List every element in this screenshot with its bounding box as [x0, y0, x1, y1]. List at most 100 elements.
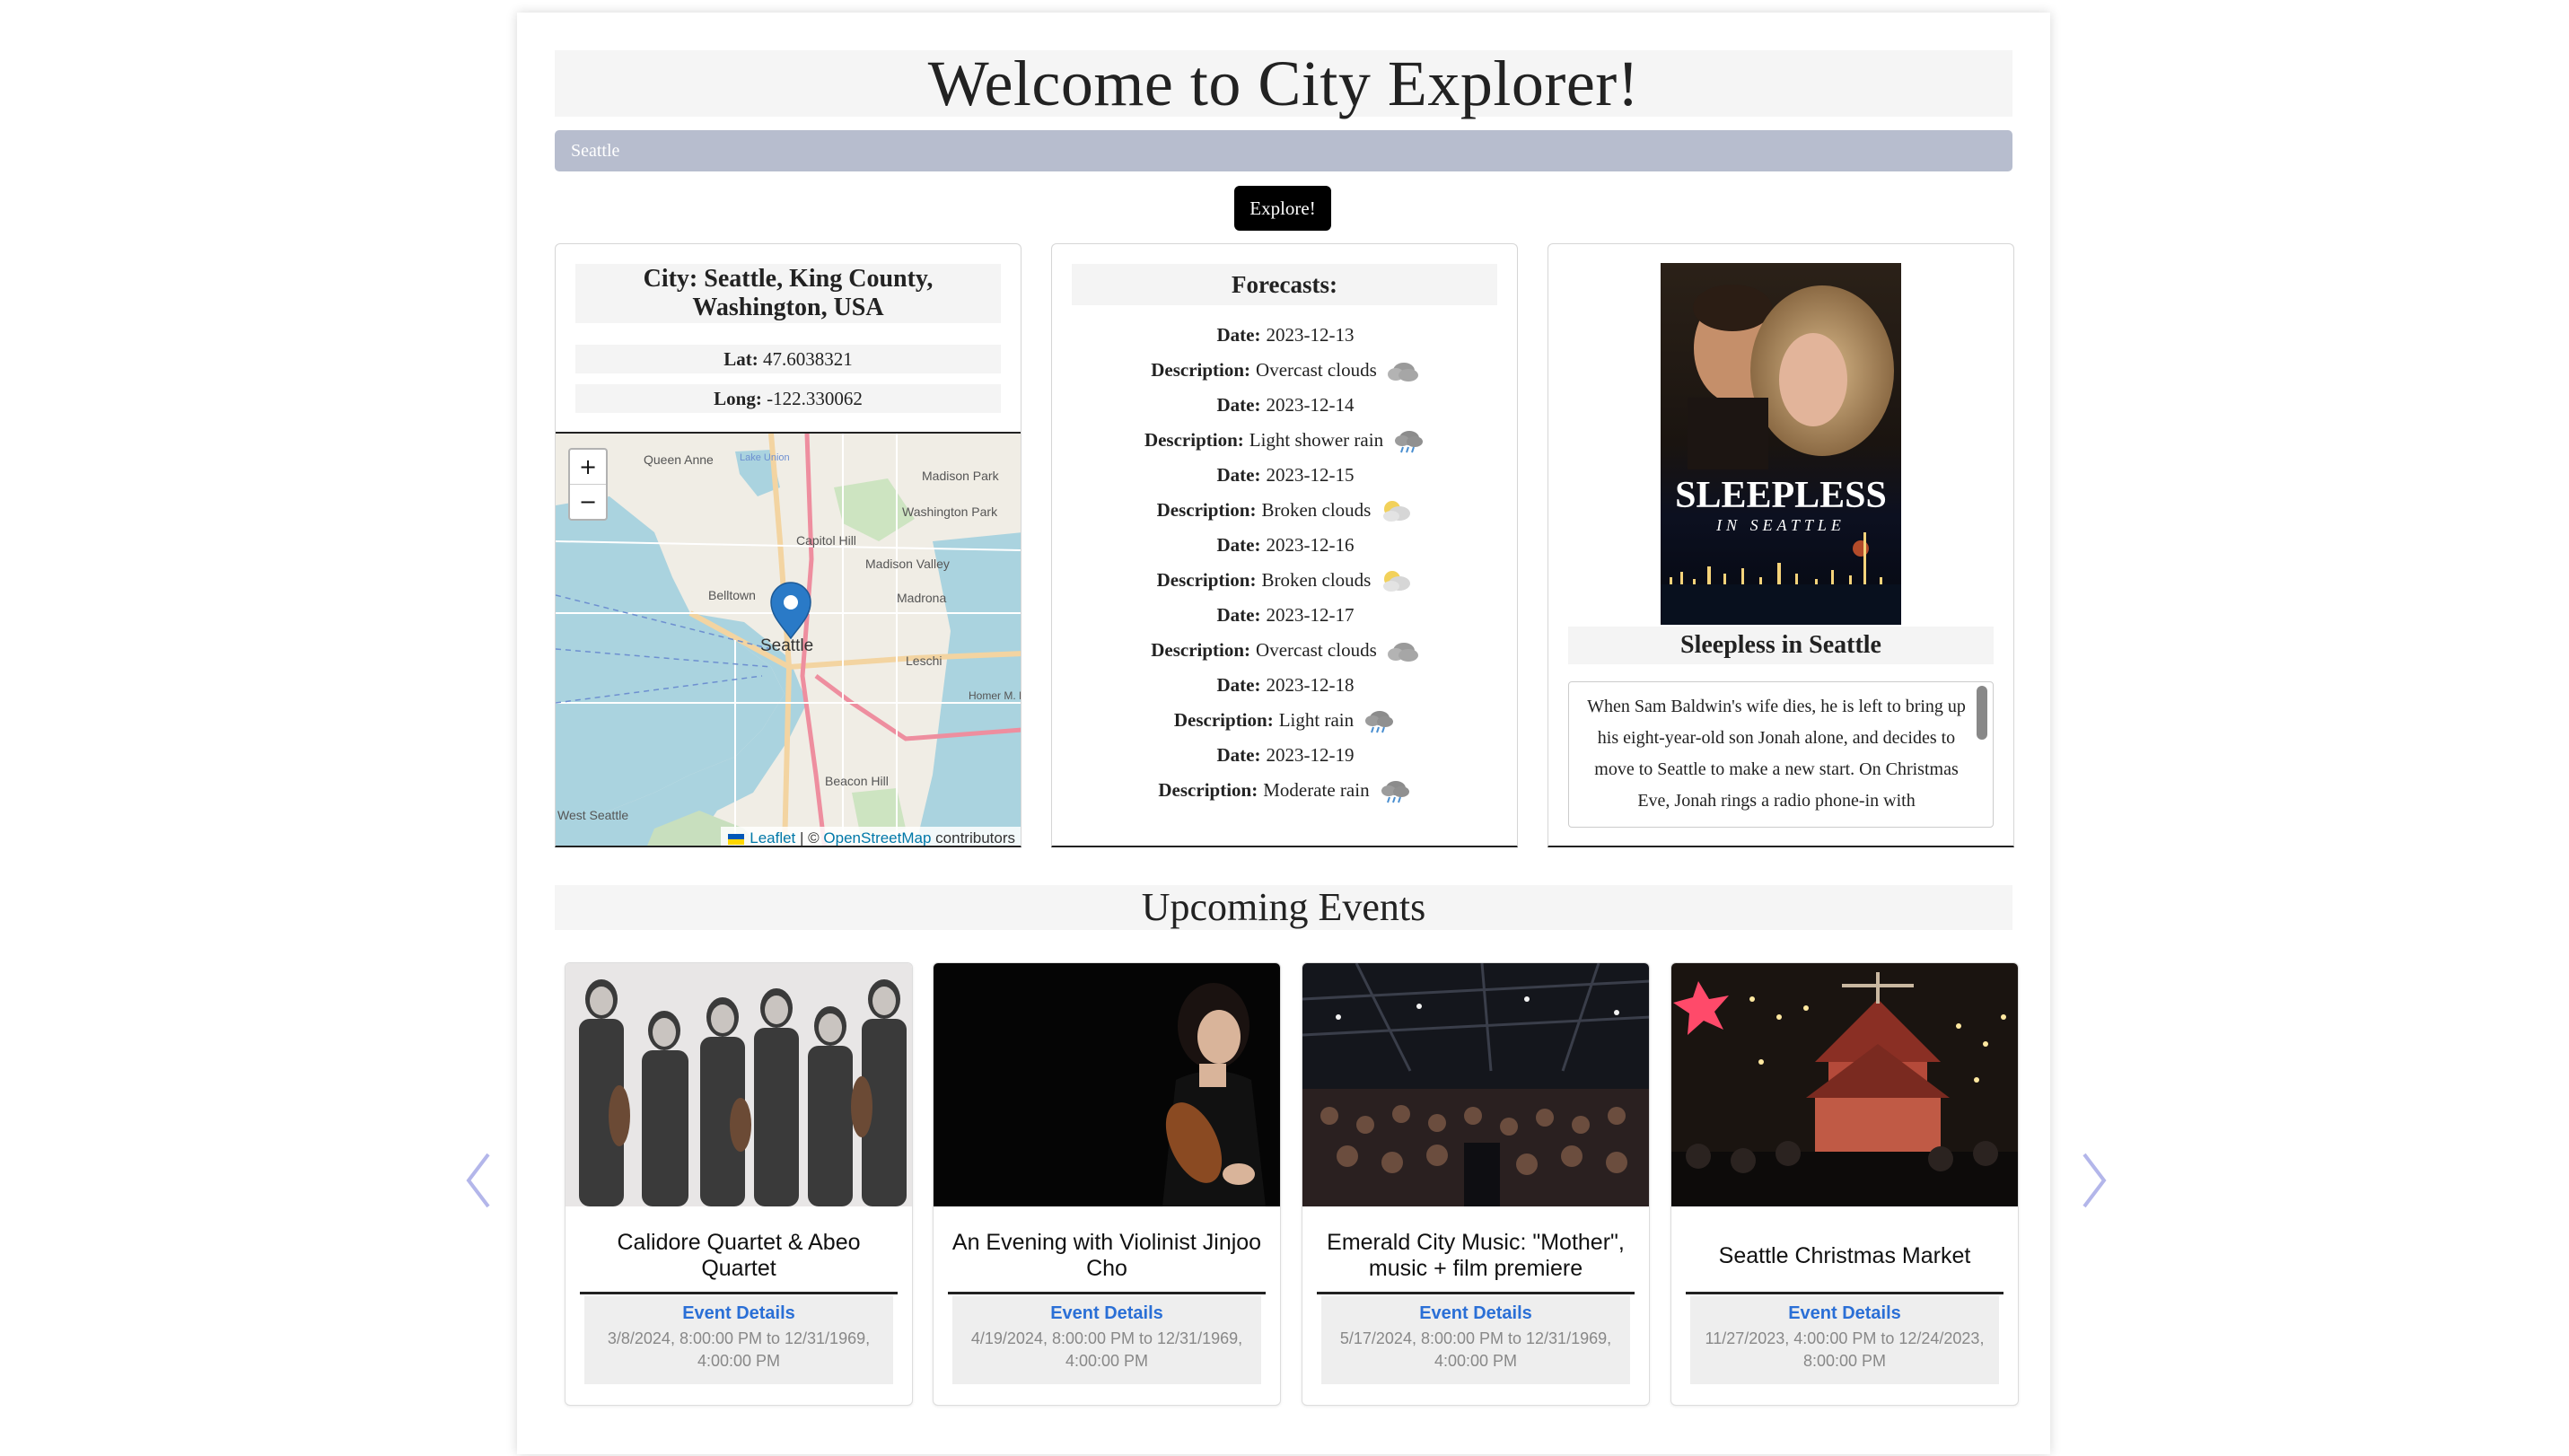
- map-label-madison-valley: Madison Valley: [865, 557, 950, 571]
- sun-cloud-icon: [1378, 568, 1414, 593]
- cloud-icon: [1384, 638, 1420, 663]
- header: Welcome to City Explorer!: [555, 48, 2012, 119]
- map-label-seattle: Seattle: [760, 636, 813, 655]
- rain-icon: [1361, 708, 1397, 733]
- latitude-label: Lat:: [723, 348, 758, 370]
- map-label-west-seattle: West Seattle: [557, 808, 628, 822]
- map-label-belltown: Belltown: [708, 588, 756, 602]
- city-map[interactable]: Queen Anne Lake Union Madison Park Washi…: [556, 432, 1021, 846]
- latitude-value: 47.6038321: [763, 348, 853, 370]
- zoom-in-button[interactable]: +: [570, 450, 606, 485]
- forecast-card: Forecasts: Date: 2023-12-13 Description: Ov…: [1051, 243, 1518, 847]
- carousel-prev-arrow-icon[interactable]: [461, 1149, 497, 1212]
- event-image: [1671, 963, 2018, 1206]
- event-details-link[interactable]: Event Details: [1321, 1303, 1630, 1324]
- forecast-date-label: Date:: [1216, 674, 1261, 696]
- forecast-description: Overcast clouds: [1256, 359, 1377, 381]
- forecast-description: Light rain: [1278, 709, 1355, 731]
- city-search-input[interactable]: [555, 130, 2012, 171]
- forecast-date-label: Date:: [1216, 324, 1261, 346]
- event-details-link[interactable]: Event Details: [1690, 1303, 1999, 1324]
- forecast-date-label: Date:: [1216, 464, 1261, 486]
- carousel-next-arrow-icon[interactable]: [2075, 1149, 2111, 1212]
- event-details: Event Details 5/17/2024, 8:00:00 PM to 1…: [1321, 1296, 1630, 1384]
- city-name: City: Seattle, King County, Washington, …: [575, 264, 1001, 323]
- forecast-description-label: Description:: [1158, 779, 1258, 801]
- leaflet-link[interactable]: Leaflet: [750, 829, 795, 846]
- attribution-separator: | ©: [800, 829, 820, 846]
- forecast-description: Broken clouds: [1261, 569, 1372, 591]
- forecast-description-row: Description: Broken clouds: [1052, 493, 1517, 528]
- poster-title-text: SLEEPLESS: [1675, 475, 1887, 516]
- forecast-description: Moderate rain: [1263, 779, 1370, 801]
- forecast-date: 2023-12-14: [1266, 394, 1355, 416]
- forecast-description-label: Description:: [1151, 639, 1251, 661]
- event-image: [566, 963, 912, 1206]
- attribution-suffix: contributors: [935, 829, 1015, 846]
- map-label-homer-bridge: Homer M. Hadley Memorial Bridge: [969, 689, 1021, 702]
- forecast-date-label: Date:: [1216, 744, 1261, 766]
- forecast-description-row: Description: Light rain: [1052, 703, 1517, 738]
- event-details: Event Details 4/19/2024, 8:00:00 PM to 1…: [952, 1296, 1261, 1384]
- event-name: Calidore Quartet & Abeo Quartet: [580, 1220, 898, 1294]
- event-card[interactable]: An Evening with Violinist Jinjoo Cho Eve…: [933, 962, 1281, 1406]
- app-container: Welcome to City Explorer! Explore! City:…: [466, 13, 2107, 1454]
- event-card[interactable]: Emerald City Music: "Mother", music + fi…: [1302, 962, 1650, 1406]
- movie-poster: SLEEPLESS IN SEATTLE: [1661, 263, 1901, 625]
- zoom-control: + −: [568, 448, 608, 521]
- event-dates: 4/19/2024, 8:00:00 PM to 12/31/1969, 4:0…: [970, 1329, 1243, 1370]
- forecast-date: 2023-12-19: [1266, 744, 1355, 766]
- event-card[interactable]: Calidore Quartet & Abeo Quartet Event De…: [565, 962, 913, 1406]
- ukraine-flag-icon: [728, 833, 745, 845]
- event-image: [934, 963, 1280, 1206]
- openstreetmap-link[interactable]: OpenStreetMap: [823, 829, 931, 846]
- map-label-washington-park: Washington Park: [902, 504, 998, 519]
- forecast-date: 2023-12-13: [1266, 324, 1355, 346]
- event-card[interactable]: Seattle Christmas Market Event Details 1…: [1670, 962, 2019, 1406]
- event-name: An Evening with Violinist Jinjoo Cho: [948, 1220, 1266, 1294]
- event-details-link[interactable]: Event Details: [584, 1303, 893, 1324]
- forecast-date-label: Date:: [1216, 534, 1261, 556]
- page-title: Welcome to City Explorer!: [927, 47, 1640, 119]
- forecast-description-label: Description:: [1144, 429, 1244, 451]
- event-details: Event Details 3/8/2024, 8:00:00 PM to 12…: [584, 1296, 893, 1384]
- cloud-icon: [1384, 358, 1420, 383]
- zoom-out-button[interactable]: −: [570, 485, 606, 519]
- forecast-description-row: Description: Overcast clouds: [1052, 353, 1517, 388]
- forecast-description-row: Description: Overcast clouds: [1052, 633, 1517, 668]
- movie-card: SLEEPLESS IN SEATTLE Sleepless in Seattl…: [1548, 243, 2014, 847]
- map-label-capitol-hill: Capitol Hill: [796, 533, 856, 548]
- forecast-date-row: Date: 2023-12-16: [1052, 528, 1517, 563]
- event-details-link[interactable]: Event Details: [952, 1303, 1261, 1324]
- latitude-row: Lat: 47.6038321: [575, 345, 1001, 373]
- map-label-beacon-hill: Beacon Hill: [825, 774, 889, 788]
- event-dates: 11/27/2023, 4:00:00 PM to 12/24/2023, 8:…: [1705, 1329, 1985, 1370]
- forecast-title: Forecasts:: [1072, 264, 1497, 305]
- movie-overview: When Sam Baldwin's wife dies, he is left…: [1587, 697, 1966, 811]
- event-name: Emerald City Music: "Mother", music + fi…: [1317, 1220, 1635, 1294]
- forecast-description: Light shower rain: [1249, 429, 1384, 451]
- overview-scrollbar[interactable]: [1977, 686, 1987, 740]
- map-label-lake-union: Lake Union: [740, 452, 790, 463]
- forecast-description-label: Description:: [1156, 569, 1257, 591]
- event-image: [1302, 963, 1649, 1206]
- forecast-date-row: Date: 2023-12-19: [1052, 738, 1517, 773]
- forecast-date-row: Date: 2023-12-17: [1052, 598, 1517, 633]
- forecast-date-row: Date: 2023-12-15: [1052, 458, 1517, 493]
- sun-cloud-icon: [1378, 498, 1414, 523]
- forecast-description-row: Description: Broken clouds: [1052, 563, 1517, 598]
- forecast-description: Overcast clouds: [1256, 639, 1377, 661]
- movie-title: Sleepless in Seattle: [1568, 627, 1994, 664]
- forecast-description-label: Description:: [1156, 499, 1257, 521]
- forecast-date-row: Date: 2023-12-14: [1052, 388, 1517, 423]
- forecast-description-row: Description: Moderate rain: [1052, 773, 1517, 808]
- city-card: City: Seattle, King County, Washington, …: [555, 243, 1021, 847]
- event-details: Event Details 11/27/2023, 4:00:00 PM to …: [1690, 1296, 1999, 1384]
- forecast-date-row: Date: 2023-12-13: [1052, 318, 1517, 353]
- explore-button[interactable]: Explore!: [1234, 186, 1331, 231]
- movie-overview-box[interactable]: When Sam Baldwin's wife dies, he is left…: [1568, 681, 1994, 828]
- longitude-value: -122.330062: [767, 388, 863, 409]
- forecast-date-label: Date:: [1216, 394, 1261, 416]
- event-name: Seattle Christmas Market: [1686, 1220, 2003, 1294]
- map-tiles: Queen Anne Lake Union Madison Park Washi…: [556, 434, 1021, 846]
